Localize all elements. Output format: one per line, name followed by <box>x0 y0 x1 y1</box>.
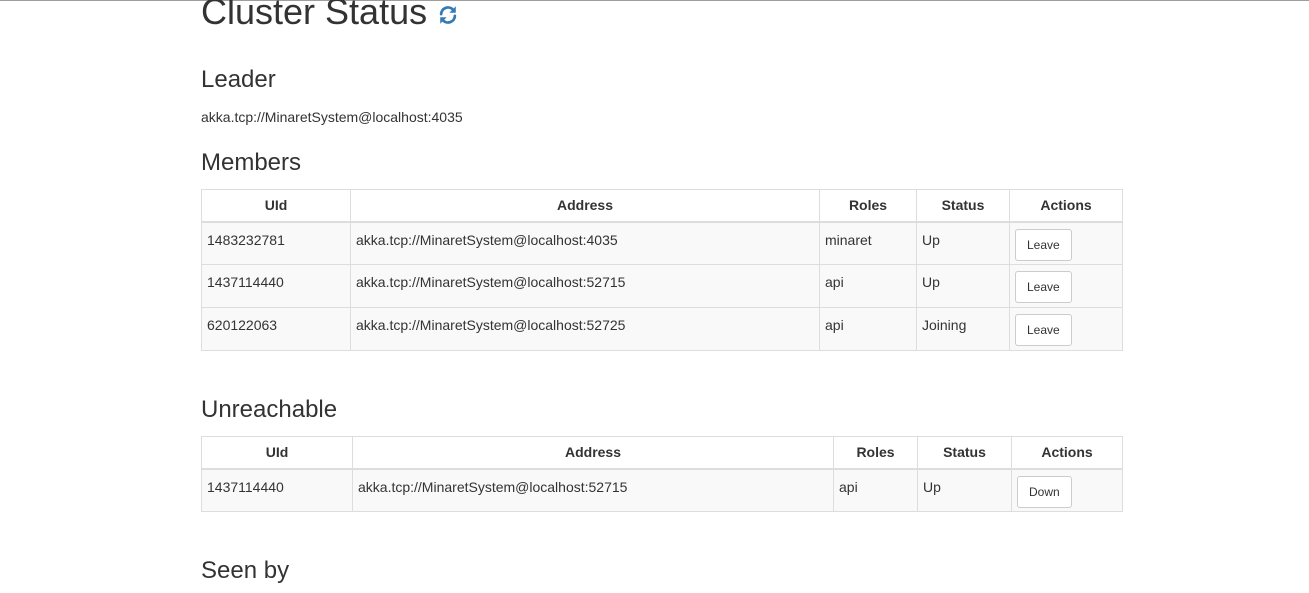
table-row: 1437114440 akka.tcp://MinaretSystem@loca… <box>201 264 1123 308</box>
member-status: Up <box>916 264 1010 308</box>
member-roles: api <box>819 307 917 351</box>
column-header-status: Status <box>917 436 1012 470</box>
unreachable-header-row: UId Address Roles Status Actions <box>201 436 1123 470</box>
table-row: 620122063 akka.tcp://MinaretSystem@local… <box>201 307 1123 351</box>
seen-by-heading: Seen by <box>201 557 290 584</box>
page-title-row: Cluster Status <box>201 0 459 34</box>
member-address: akka.tcp://MinaretSystem@localhost:52715 <box>350 264 820 308</box>
member-address: akka.tcp://MinaretSystem@localhost:52725 <box>350 307 820 351</box>
page-title: Cluster Status <box>201 0 428 32</box>
member-actions: Leave <box>1009 264 1123 308</box>
table-row: 1483232781 akka.tcp://MinaretSystem@loca… <box>201 221 1123 265</box>
unreachable-address: akka.tcp://MinaretSystem@localhost:52715 <box>352 468 834 512</box>
member-status: Up <box>916 221 1010 265</box>
member-actions: Leave <box>1009 221 1123 265</box>
member-actions: Leave <box>1009 307 1123 351</box>
leader-address: akka.tcp://MinaretSystem@localhost:4035 <box>201 109 463 125</box>
leader-heading: Leader <box>201 66 276 93</box>
unreachable-uid: 1437114440 <box>201 468 353 512</box>
member-status: Joining <box>916 307 1010 351</box>
column-header-uid: UId <box>201 189 351 223</box>
members-header-row: UId Address Roles Status Actions <box>201 189 1123 223</box>
column-header-actions: Actions <box>1011 436 1123 470</box>
refresh-icon[interactable] <box>437 4 459 26</box>
table-row: 1437114440 akka.tcp://MinaretSystem@loca… <box>201 468 1123 512</box>
column-header-actions: Actions <box>1009 189 1123 223</box>
member-roles: minaret <box>819 221 917 265</box>
column-header-uid: UId <box>201 436 353 470</box>
members-table: UId Address Roles Status Actions 1483232… <box>201 189 1123 351</box>
member-uid: 1483232781 <box>201 221 351 265</box>
members-heading: Members <box>201 149 302 176</box>
column-header-address: Address <box>350 189 820 223</box>
column-header-status: Status <box>916 189 1010 223</box>
member-roles: api <box>819 264 917 308</box>
leave-button[interactable]: Leave <box>1015 314 1072 346</box>
column-header-roles: Roles <box>819 189 917 223</box>
unreachable-status: Up <box>917 468 1012 512</box>
leave-button[interactable]: Leave <box>1015 228 1072 261</box>
column-header-roles: Roles <box>833 436 918 470</box>
member-uid: 620122063 <box>201 307 351 351</box>
column-header-address: Address <box>352 436 834 470</box>
top-divider <box>0 0 1309 1</box>
unreachable-actions: Down <box>1011 468 1123 512</box>
leave-button[interactable]: Leave <box>1015 271 1072 303</box>
unreachable-table: UId Address Roles Status Actions 1437114… <box>201 436 1123 512</box>
unreachable-roles: api <box>833 468 918 512</box>
unreachable-heading: Unreachable <box>201 396 338 423</box>
member-uid: 1437114440 <box>201 264 351 308</box>
down-button[interactable]: Down <box>1017 475 1072 508</box>
member-address: akka.tcp://MinaretSystem@localhost:4035 <box>350 221 820 265</box>
